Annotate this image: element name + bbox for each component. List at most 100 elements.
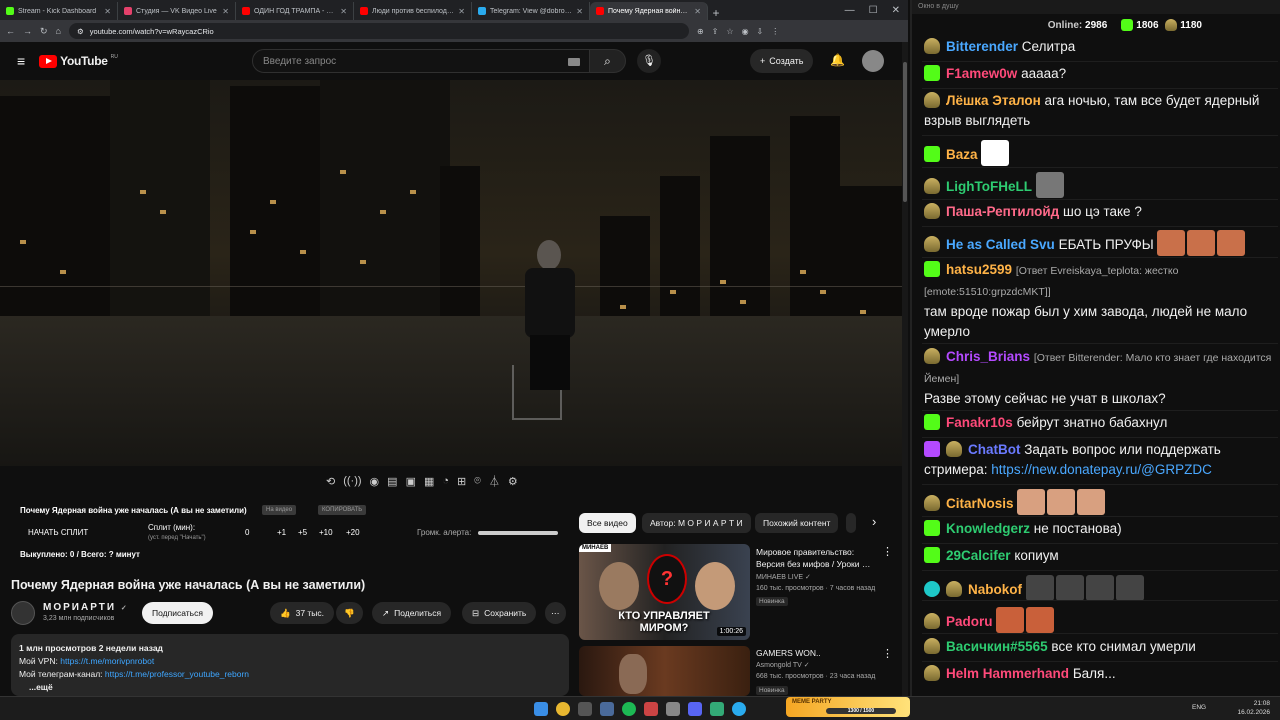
more-vert-icon[interactable]: ⋮ bbox=[882, 545, 893, 558]
close-window-icon[interactable]: ✕ bbox=[892, 5, 900, 16]
home-icon[interactable]: ⌂ bbox=[56, 26, 61, 36]
chip-overflow[interactable] bbox=[846, 513, 856, 533]
discord-icon[interactable] bbox=[688, 702, 702, 716]
forward-icon[interactable]: → bbox=[23, 26, 32, 36]
minimize-icon[interactable]: — bbox=[845, 5, 855, 16]
browser-tab[interactable]: Студия — VK Видео Live ✕ bbox=[118, 2, 236, 20]
browser-tab[interactable]: Stream - Kick Dashboard ✕ bbox=[0, 2, 118, 20]
share-icon[interactable]: ⇪ bbox=[712, 27, 719, 36]
browser-tab[interactable]: Люди против беспилодии: сем…✕ bbox=[354, 2, 472, 20]
maximize-icon[interactable]: ☐ bbox=[869, 5, 878, 16]
video-description[interactable]: 1 млн просмотров 2 недели назад Мой VPN:… bbox=[11, 634, 569, 696]
loop-icon[interactable]: ⟲ bbox=[326, 475, 335, 488]
app-icon[interactable] bbox=[710, 702, 724, 716]
app-icon[interactable] bbox=[666, 702, 680, 716]
eye-icon[interactable]: ◉ bbox=[370, 475, 380, 488]
browser-tab[interactable]: Telegram: View @dobro_2ch ✕ bbox=[472, 2, 590, 20]
start-split-button[interactable]: НАЧАТЬ СПЛИТ bbox=[28, 528, 88, 537]
download-icon[interactable]: ⇩ bbox=[757, 27, 764, 36]
like-button[interactable]: 👍 37 тыс. bbox=[270, 602, 335, 624]
telegram-link[interactable]: https://t.me/professor_youtube_reborn bbox=[105, 669, 249, 679]
back-icon[interactable]: ← bbox=[6, 26, 15, 36]
copy-button[interactable]: КОПИРОВАТЬ bbox=[318, 505, 367, 515]
menu-icon[interactable]: ⋮ bbox=[771, 27, 779, 36]
extension-icon[interactable]: ◉ bbox=[742, 27, 749, 36]
show-more-link[interactable]: ...ещё bbox=[29, 681, 561, 694]
notifications-bell-icon[interactable]: 🔔 bbox=[830, 53, 845, 67]
clapper-icon[interactable]: ▤ bbox=[387, 475, 397, 488]
dislike-button[interactable]: 👎 bbox=[336, 602, 363, 624]
close-icon[interactable]: ✕ bbox=[694, 7, 701, 16]
app-icon[interactable] bbox=[644, 702, 658, 716]
channel-avatar[interactable] bbox=[11, 601, 35, 625]
bought-status: Выкуплено: 0 / Всего: ? минут bbox=[20, 550, 140, 559]
steam-icon[interactable] bbox=[600, 702, 614, 716]
gear-icon[interactable]: ⚙ bbox=[508, 475, 518, 488]
reload-icon[interactable]: ↻ bbox=[40, 26, 48, 37]
search-input[interactable]: Введите запрос bbox=[252, 49, 590, 73]
search-button[interactable]: ⌕ bbox=[589, 49, 626, 73]
chip-related[interactable]: Похожий контент bbox=[755, 513, 839, 533]
recommendation-channel[interactable]: Asmongold TV ✓ bbox=[756, 661, 810, 669]
close-icon[interactable]: ✕ bbox=[458, 7, 465, 16]
recommendation-thumbnail[interactable] bbox=[579, 646, 750, 696]
youtube-logo[interactable]: YouTube RU bbox=[39, 54, 118, 68]
start-icon[interactable] bbox=[534, 702, 548, 716]
recommendation-channel[interactable]: МИНАЕВ LIVE ✓ bbox=[756, 573, 811, 581]
keyboard-icon[interactable] bbox=[568, 58, 580, 66]
camera-icon[interactable]: ⌾ bbox=[474, 475, 481, 488]
donate-link[interactable]: https://new.donatepay.ru/@GRPZDC bbox=[991, 462, 1212, 477]
speed-icon[interactable]: ◔ bbox=[442, 475, 449, 487]
close-icon[interactable]: ✕ bbox=[104, 7, 111, 16]
chip-all-videos[interactable]: Все видео bbox=[579, 513, 636, 533]
more-actions-button[interactable]: ⋯ bbox=[545, 602, 566, 624]
recommendation-title[interactable]: Мировое правительство: Версия без мифов … bbox=[756, 546, 876, 570]
add-1-button[interactable]: +1 bbox=[277, 528, 286, 537]
description-meta: 1 млн просмотров 2 недели назад bbox=[19, 643, 163, 653]
page-scrollbar[interactable] bbox=[902, 42, 908, 696]
voice-search-button[interactable]: 🎙 bbox=[637, 49, 661, 73]
on-video-tag[interactable]: На видео bbox=[262, 505, 297, 515]
video-player[interactable] bbox=[0, 80, 902, 466]
clock[interactable]: 21:08 16.02.2026 bbox=[1237, 699, 1270, 717]
chevron-right-icon[interactable]: › bbox=[872, 514, 876, 529]
avatar[interactable] bbox=[862, 50, 884, 72]
close-icon[interactable]: ✕ bbox=[576, 7, 583, 16]
close-icon[interactable]: ✕ bbox=[340, 7, 347, 16]
menu-icon[interactable]: ≡ bbox=[17, 53, 25, 69]
add-5-button[interactable]: +5 bbox=[298, 528, 307, 537]
add-10-button[interactable]: +10 bbox=[319, 528, 333, 537]
browser-tab-active[interactable]: Почему Ядерная война у… ✕ bbox=[590, 2, 708, 20]
save-button[interactable]: ⊟ Сохранить bbox=[462, 602, 537, 624]
app-icon[interactable] bbox=[578, 702, 592, 716]
filmstrip-icon[interactable]: ▦ bbox=[424, 475, 434, 488]
more-vert-icon[interactable]: ⋮ bbox=[882, 647, 893, 660]
audio-icon[interactable]: ((·)) bbox=[343, 475, 361, 487]
channel-name[interactable]: МОРИАРТИ ✓ bbox=[43, 602, 129, 613]
close-icon[interactable]: ✕ bbox=[222, 7, 229, 16]
alert-volume-slider[interactable] bbox=[478, 531, 558, 535]
site-info-icon[interactable]: ⚙ bbox=[77, 27, 84, 36]
new-tab-button[interactable]: + bbox=[708, 6, 724, 20]
browser-tab[interactable]: ОДИН ГОД ТРАМПА - YouTube✕ bbox=[236, 2, 354, 20]
vpn-link[interactable]: https://t.me/morivpnrobot bbox=[60, 656, 154, 666]
language-indicator[interactable]: ENG bbox=[1192, 704, 1206, 711]
share-button[interactable]: ↗ Поделиться bbox=[372, 602, 452, 624]
pip-icon[interactable]: ▣ bbox=[406, 475, 416, 488]
translate-icon[interactable]: ⊕ bbox=[697, 27, 704, 36]
recommendation-thumbnail[interactable]: МИНАЕВ ? КТО УПРАВЛЯЕТ МИРОМ? 1:00:26 bbox=[579, 544, 750, 640]
add-frame-icon[interactable]: ⊞ bbox=[457, 475, 466, 488]
add-20-button[interactable]: +20 bbox=[346, 528, 360, 537]
bookmark-icon[interactable]: ☆ bbox=[726, 27, 733, 36]
chip-author[interactable]: Автор: М О Р И А Р Т И bbox=[642, 513, 751, 533]
spotify-icon[interactable] bbox=[622, 702, 636, 716]
flask-icon[interactable]: ⏃ bbox=[489, 473, 500, 489]
create-button[interactable]: + Создать bbox=[750, 49, 814, 73]
recommendation-title[interactable]: GAMERS WON.. bbox=[756, 647, 876, 659]
url-input[interactable]: ⚙ youtube.com/watch?v=wRaycazCRio bbox=[68, 23, 689, 39]
emote-icon bbox=[996, 607, 1025, 633]
telegram-icon[interactable] bbox=[732, 702, 746, 716]
subscribe-button[interactable]: Подписаться bbox=[142, 602, 213, 624]
address-bar-row: ← → ↻ ⌂ ⚙ youtube.com/watch?v=wRaycazCRio… bbox=[0, 20, 908, 42]
chrome-icon[interactable] bbox=[556, 702, 570, 716]
